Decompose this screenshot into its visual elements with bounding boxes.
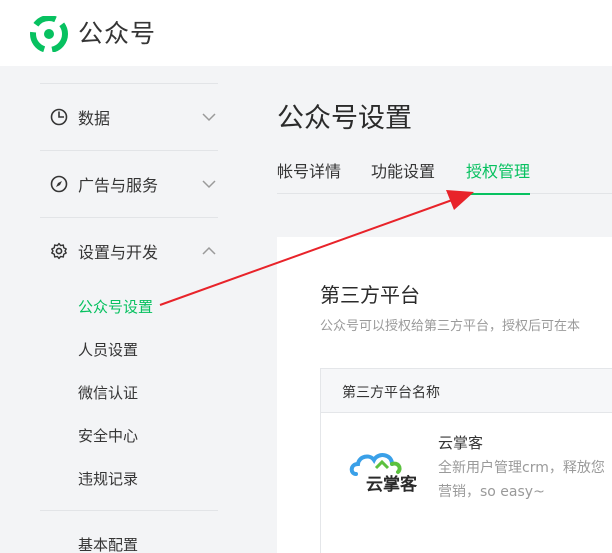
yunzhangke-logo-icon: 云掌客: [349, 453, 418, 494]
logo-text: 云掌客: [366, 474, 418, 494]
column-header-platform-name: 第三方平台名称: [342, 385, 440, 401]
sidebar-sub-basic-config[interactable]: 基本配置: [78, 534, 138, 553]
sidebar-menu-label: 数据: [78, 109, 111, 128]
sidebar-menu-data[interactable]: 数据: [48, 103, 218, 131]
sidebar-menu-ads[interactable]: 广告与服务: [48, 170, 218, 198]
sidebar-sub-mp-settings[interactable]: 公众号设置: [78, 296, 153, 317]
wechat-mp-logo-icon[interactable]: [30, 16, 68, 52]
brand-name: 公众号: [78, 19, 157, 48]
tab-feature-settings[interactable]: 功能设置: [371, 158, 435, 194]
sidebar-divider: [40, 510, 218, 511]
pie-chart-icon: [48, 106, 70, 128]
tab-bar: 帐号详情 功能设置 授权管理: [277, 158, 612, 195]
top-bar: 公众号: [0, 0, 612, 66]
sidebar-sub-security-center[interactable]: 安全中心: [78, 425, 138, 446]
section-title: 第三方平台: [320, 283, 420, 307]
compass-icon: [48, 173, 70, 195]
sidebar-menu-settings[interactable]: 设置与开发: [48, 237, 218, 265]
sidebar-menu-label: 设置与开发: [78, 243, 159, 262]
tab-authorization-management[interactable]: 授权管理: [466, 158, 531, 195]
section-description: 公众号可以授权给第三方平台，授权后可在本: [320, 319, 581, 334]
gear-icon: [48, 240, 70, 262]
platform-name[interactable]: 云掌客: [438, 432, 483, 453]
sidebar-sub-staff-settings[interactable]: 人员设置: [78, 339, 138, 360]
sidebar-sub-wechat-verification[interactable]: 微信认证: [78, 382, 138, 403]
chevron-down-icon: [202, 113, 216, 122]
sidebar-divider: [40, 150, 218, 151]
chevron-down-icon: [202, 180, 216, 189]
sidebar-menu-label: 广告与服务: [78, 176, 159, 195]
page-title: 公众号设置: [277, 103, 412, 134]
platform-description: 全新用户管理crm，释放您营销，so easy~: [438, 460, 605, 500]
tab-account-details[interactable]: 帐号详情: [277, 158, 341, 194]
table-header: 第三方平台名称: [321, 369, 612, 413]
sidebar-divider: [40, 83, 218, 84]
chevron-up-icon: [202, 246, 216, 255]
sidebar-divider: [40, 217, 218, 218]
sidebar-sub-violation-records[interactable]: 违规记录: [78, 468, 138, 489]
